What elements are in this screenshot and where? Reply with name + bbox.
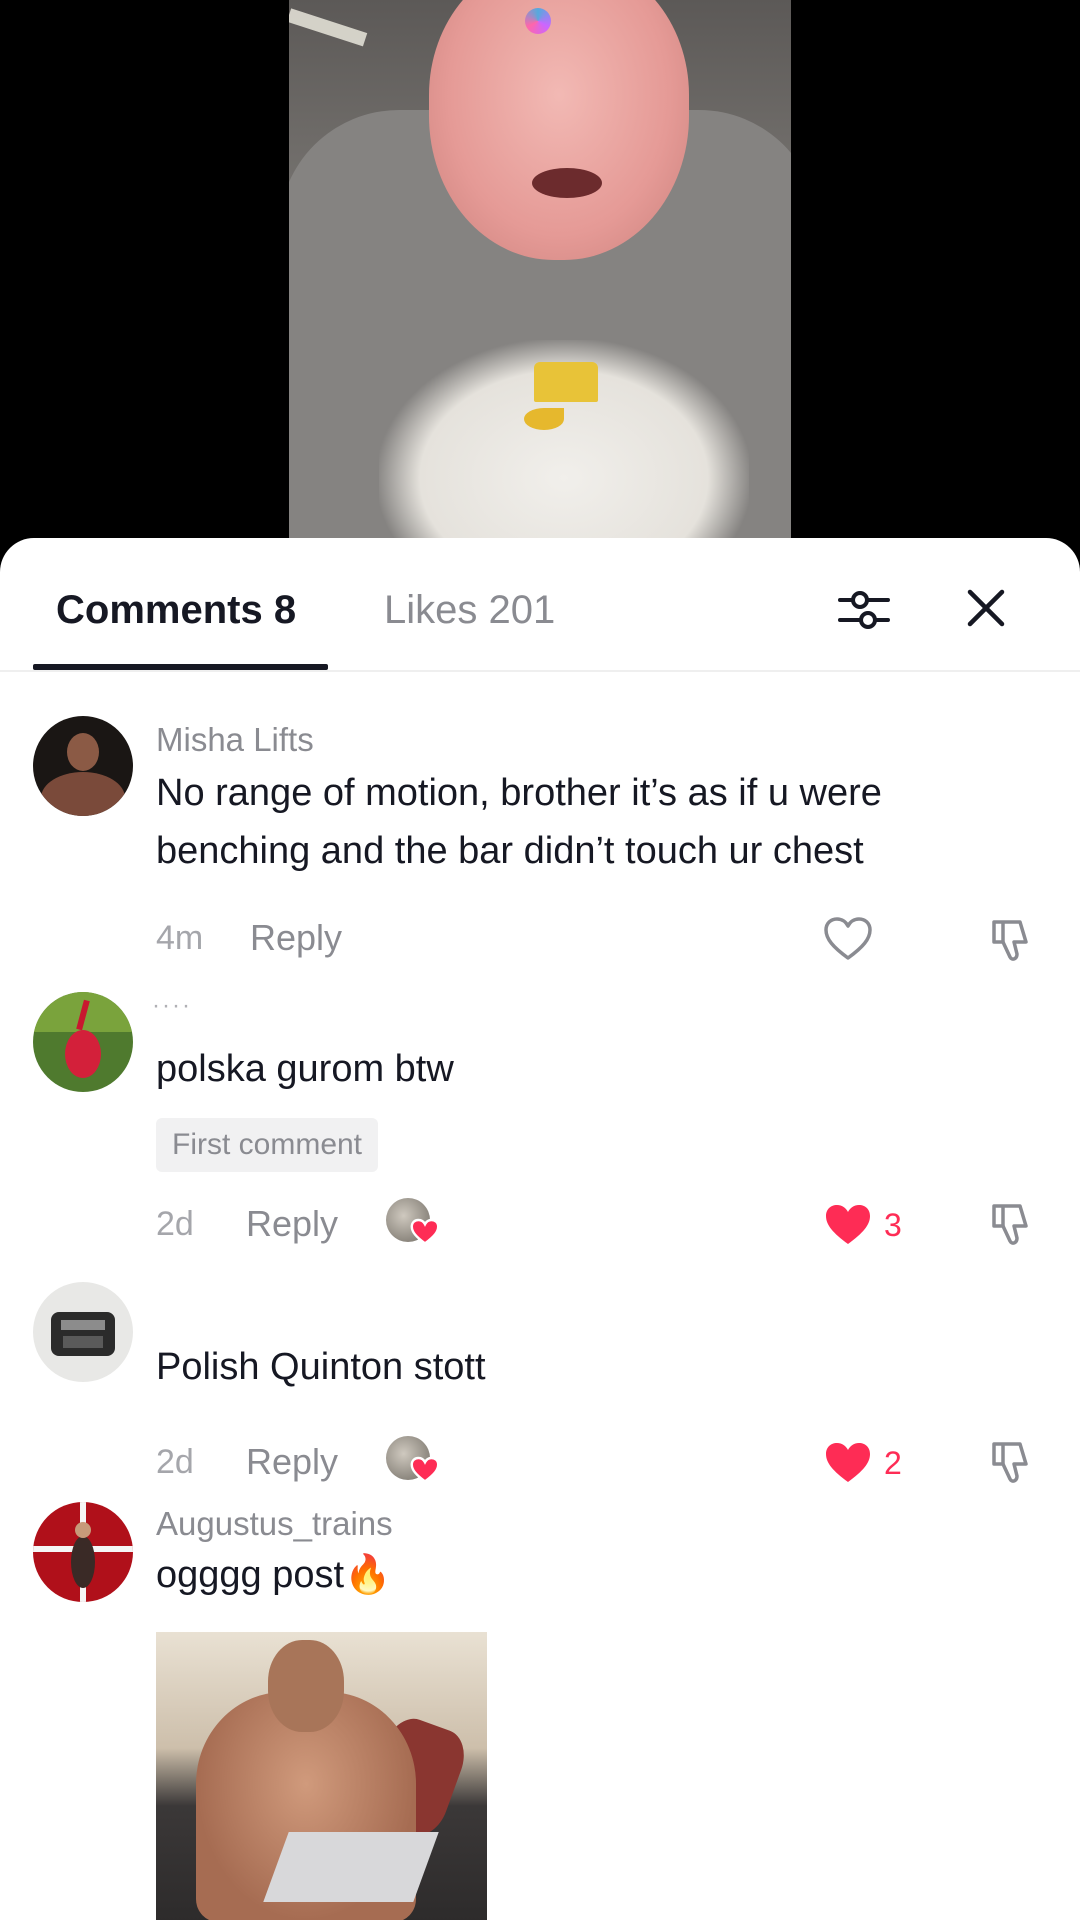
filter-button[interactable] <box>834 580 894 640</box>
avatar[interactable] <box>33 1502 133 1602</box>
thumbs-down-icon <box>992 1204 1028 1245</box>
close-icon <box>967 589 1005 627</box>
tab-bar: Comments 8 Likes 201 <box>0 538 1080 672</box>
like-button[interactable] <box>823 1440 873 1486</box>
comment-text: No range of motion, brother it’s as if u… <box>156 772 882 872</box>
avatar-image <box>33 1502 133 1602</box>
video-frame[interactable] <box>289 0 791 560</box>
reply-button[interactable]: Reply <box>250 914 342 962</box>
comment-meta: 4m Reply <box>156 914 1036 962</box>
heart-filled-icon <box>410 1218 440 1245</box>
heart-filled-icon <box>826 1205 870 1244</box>
creator-liked-indicator <box>386 1198 442 1250</box>
comment-meta: 2d Reply <box>156 1438 1036 1486</box>
avatar-image <box>33 716 133 816</box>
thumbs-down-icon <box>992 920 1028 961</box>
heart-outline-icon <box>824 917 872 960</box>
dislike-button[interactable] <box>986 1436 1038 1488</box>
like-count: 2 <box>884 1445 902 1481</box>
avatar-image <box>33 992 133 1092</box>
active-tab-indicator <box>33 664 328 670</box>
video-preview[interactable] <box>0 0 1080 560</box>
comments-sheet: Comments 8 Likes 201 Misha Lifts No rang… <box>0 538 1080 1920</box>
comment-username[interactable]: Misha Lifts <box>156 720 314 760</box>
first-comment-badge: First comment <box>156 1118 379 1172</box>
heart-filled-icon <box>410 1456 440 1483</box>
comment-item: Polish Quinton stott 2d Reply 2 <box>0 1282 1080 1483</box>
reply-button[interactable]: Reply <box>246 1200 338 1248</box>
tab-comments[interactable]: Comments 8 <box>56 586 296 634</box>
username-placeholder: ···· <box>152 992 192 1019</box>
like-button[interactable] <box>823 1202 873 1248</box>
like-button[interactable] <box>823 916 873 962</box>
comment-timestamp: 2d <box>156 1205 194 1243</box>
tab-likes[interactable]: Likes 201 <box>384 586 555 634</box>
like-count: 3 <box>884 1207 902 1243</box>
sliders-icon <box>838 591 890 629</box>
avatar[interactable] <box>33 992 133 1092</box>
dislike-button[interactable] <box>986 1198 1038 1250</box>
comment-text: polska gurom btw <box>156 1048 454 1090</box>
shirt-beak-graphic <box>524 408 564 430</box>
comment-text: ogggg post🔥 <box>156 1554 392 1596</box>
video-ceiling-light <box>289 8 368 47</box>
comment-username[interactable]: Augustus_trains <box>156 1504 393 1544</box>
image-person-head <box>268 1640 344 1732</box>
reply-button[interactable]: Reply <box>246 1438 338 1486</box>
creator-liked-indicator <box>386 1436 442 1488</box>
dislike-button[interactable] <box>986 914 1038 966</box>
comment-timestamp: 4m <box>156 919 204 957</box>
comment-attached-image[interactable] <box>156 1632 487 1920</box>
video-sticker <box>525 8 551 34</box>
thumbs-down-icon <box>992 1442 1028 1483</box>
avatar[interactable] <box>33 716 133 816</box>
comment-item: Misha Lifts No range of motion, brother … <box>0 716 1080 961</box>
avatar[interactable] <box>33 1282 133 1382</box>
comment-text: Polish Quinton stott <box>156 1346 486 1388</box>
image-laptop <box>263 1832 439 1902</box>
comment-item: Augustus_trains ogggg post🔥 <box>0 1502 1080 1920</box>
video-mouth <box>532 168 602 198</box>
comment-item: ···· polska gurom btw First comment 2d R… <box>0 992 1080 1252</box>
close-button[interactable] <box>956 578 1016 638</box>
shirt-crown-graphic <box>534 362 598 402</box>
heart-filled-icon <box>826 1443 870 1482</box>
comment-meta: 2d Reply <box>156 1200 1036 1248</box>
avatar-image <box>33 1282 133 1382</box>
comment-timestamp: 2d <box>156 1443 194 1481</box>
